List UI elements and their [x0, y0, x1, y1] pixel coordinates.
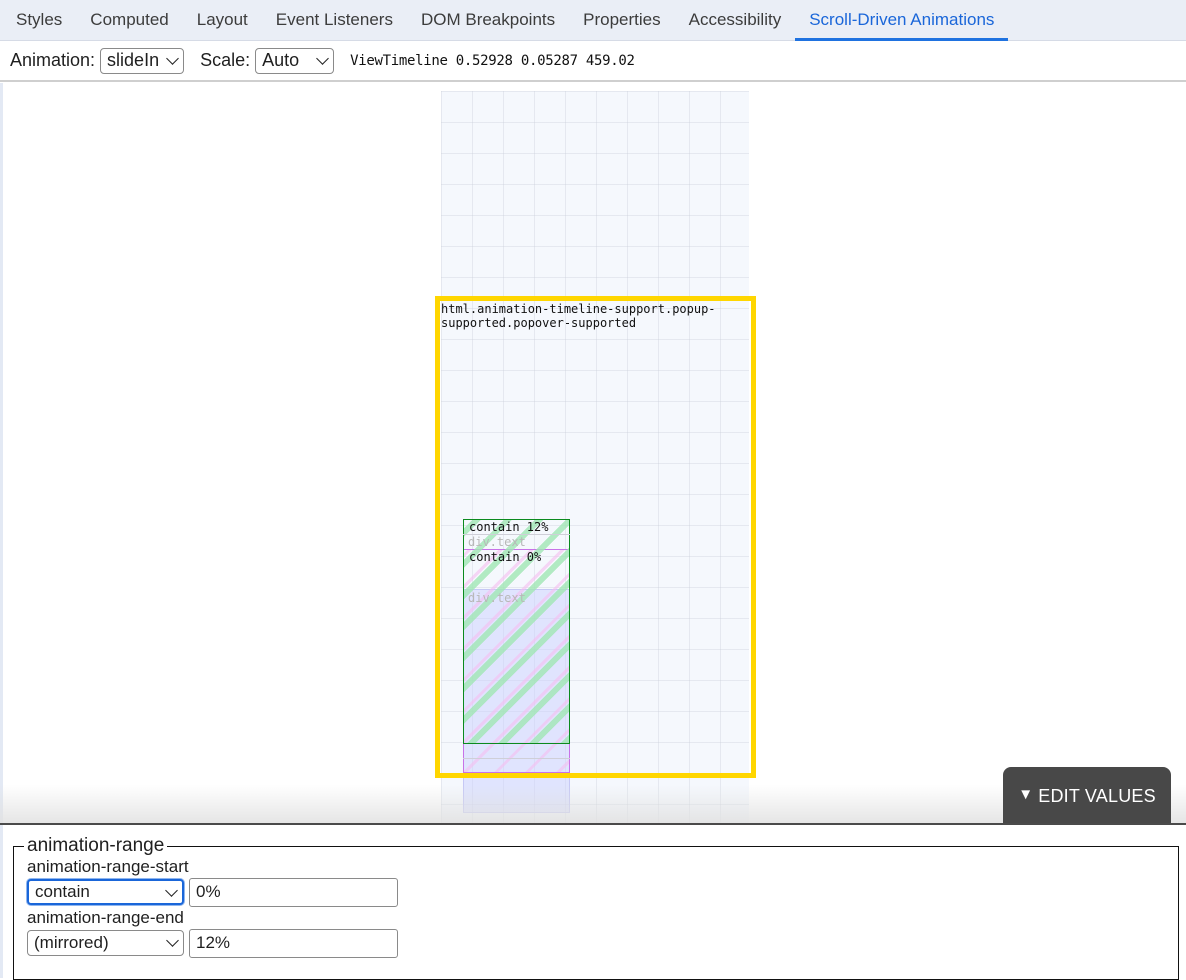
- scale-select[interactable]: Auto: [255, 47, 335, 74]
- tab-styles[interactable]: Styles: [0, 0, 76, 40]
- animation-range-legend: animation-range: [27, 835, 165, 856]
- left-edge-bar: [0, 825, 3, 978]
- range-end-select[interactable]: (mirrored): [27, 930, 184, 956]
- animation-select-value: slideIn: [107, 50, 160, 70]
- chevron-down-icon: [316, 51, 329, 65]
- tab-bar: Styles Computed Layout Event Listeners D…: [0, 0, 1186, 41]
- animation-label: Animation:: [10, 50, 96, 70]
- left-edge-bar: [0, 83, 3, 823]
- tab-accessibility[interactable]: Accessibility: [675, 0, 796, 40]
- edit-values-button[interactable]: ▼ EDIT VALUES: [1003, 767, 1171, 825]
- range-start-select-value: contain: [35, 882, 90, 901]
- edit-values-label: EDIT VALUES: [1038, 786, 1156, 806]
- tab-computed[interactable]: Computed: [76, 0, 182, 40]
- range-start-field-label: animation-range-start: [27, 857, 189, 876]
- tab-layout[interactable]: Layout: [183, 0, 262, 40]
- visualization-viewport: contain 12% div.text contain 0% div.text…: [0, 83, 1186, 823]
- scale-label: Scale:: [200, 50, 251, 70]
- subject-label: html.animation-timeline-support.popup-su…: [441, 302, 716, 330]
- scale-select-value: Auto: [262, 50, 300, 70]
- range-start-select[interactable]: contain: [27, 879, 184, 905]
- range-start-row: contain: [27, 877, 1165, 907]
- range-end-offset-input[interactable]: [189, 928, 398, 958]
- subject-box: [435, 296, 756, 778]
- tab-event-listeners[interactable]: Event Listeners: [262, 0, 407, 40]
- timeline-readout: ViewTimeline 0.52928 0.05287 459.02: [350, 52, 635, 69]
- chevron-down-icon: [166, 51, 179, 65]
- animation-select[interactable]: slideIn: [100, 47, 185, 74]
- tab-scroll-driven-animations[interactable]: Scroll-Driven Animations: [795, 0, 1009, 41]
- range-end-row: (mirrored): [27, 928, 1165, 958]
- tab-properties[interactable]: Properties: [569, 0, 674, 40]
- edit-values-panel: animation-range animation-range-start co…: [0, 823, 1186, 980]
- range-end-select-value: (mirrored): [34, 933, 109, 952]
- animation-range-fieldset: animation-range animation-range-start co…: [13, 835, 1179, 980]
- range-end-field-label: animation-range-end: [27, 908, 184, 927]
- tab-dom-breakpoints[interactable]: DOM Breakpoints: [407, 0, 569, 40]
- chevron-down-icon: [166, 934, 179, 947]
- chevron-down-icon: [165, 884, 178, 897]
- range-start-offset-input[interactable]: [189, 877, 398, 907]
- triangle-down-icon: ▼: [1018, 786, 1034, 803]
- toolbar: Animation: slideIn Scale: Auto ViewTimel…: [0, 41, 1186, 82]
